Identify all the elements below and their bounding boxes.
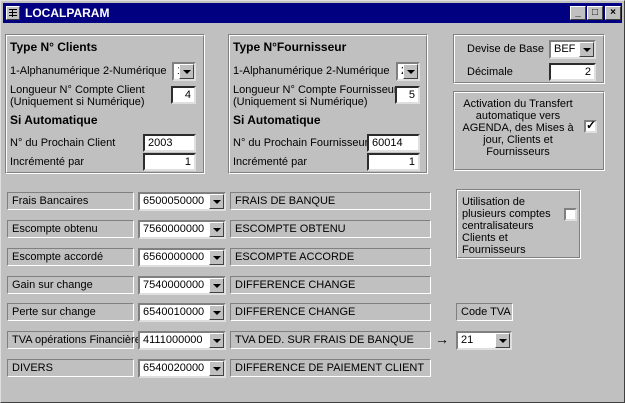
account-value: 7540000000	[143, 279, 205, 291]
clients-inc-input[interactable]: 1	[143, 153, 196, 171]
suppliers-length-input[interactable]: 5	[395, 86, 420, 104]
account-description: FRAIS DE BANQUE	[230, 192, 431, 210]
transfer-checkbox[interactable]	[584, 118, 597, 133]
suppliers-inc-label: Incrémenté par	[233, 156, 307, 168]
clients-length-label-line2: (Uniquement si Numérique)	[10, 96, 145, 108]
account-description: ESCOMPTE ACCORDE	[230, 248, 431, 266]
suppliers-length-label-line1: Longueur N° Compte Fournisseur	[233, 84, 398, 96]
title-bar[interactable]: LOCALPARAM _ □ ×	[3, 3, 622, 23]
clients-length-label: Longueur N° Compte Client (Uniquement si…	[10, 84, 145, 108]
decimal-input[interactable]: 2	[549, 63, 596, 81]
chevron-down-icon[interactable]	[209, 194, 224, 209]
decimal-label: Décimale	[467, 66, 513, 78]
chevron-down-icon[interactable]	[209, 278, 224, 293]
suppliers-length-label: Longueur N° Compte Fournisseur (Uniqueme…	[233, 84, 398, 108]
window-title: LOCALPARAM	[25, 6, 110, 20]
vat-label: Code TVA	[456, 303, 513, 321]
account-select-escompte-obtenu[interactable]: 7560000000	[138, 220, 226, 239]
suppliers-next-input[interactable]: 60014	[367, 134, 420, 152]
clients-length-label-line1: Longueur N° Compte Client	[10, 84, 145, 96]
window: LOCALPARAM _ □ × Type N° Clients 1-Alpha…	[0, 0, 625, 403]
account-label-gain-sur-change: Gain sur change	[7, 276, 134, 294]
account-description: TVA DED. SUR FRAIS DE BANQUE	[230, 331, 431, 349]
devise-label: Devise de Base	[467, 43, 545, 55]
minimize-button[interactable]: _	[570, 6, 586, 20]
clients-next-input[interactable]: 2003	[143, 134, 196, 152]
clients-alpha-select[interactable]: 1	[172, 62, 196, 81]
clients-next-label: N° du Prochain Client	[10, 137, 116, 149]
account-label-escompte-accorde: Escompte accordé	[7, 248, 134, 266]
account-value: 7560000000	[143, 223, 205, 235]
account-select-frais-bancaires[interactable]: 6500050000	[138, 192, 226, 211]
chevron-down-icon[interactable]	[579, 42, 594, 57]
chevron-down-icon[interactable]	[403, 64, 418, 79]
centralisateurs-checkbox[interactable]	[564, 208, 577, 221]
account-select-divers[interactable]: 6540020000	[138, 359, 226, 378]
arrow-right-icon: →	[435, 331, 449, 347]
account-select-perte-sur-change[interactable]: 6540010000	[138, 303, 226, 322]
clients-length-input[interactable]: 4	[171, 86, 196, 104]
account-value: 6540020000	[143, 362, 205, 374]
account-label-escompte-obtenu: Escompte obtenu	[7, 220, 134, 238]
suppliers-next-label: N° du Prochain Fournisseur	[233, 137, 369, 149]
clients-header: Type N° Clients	[10, 40, 98, 54]
chevron-down-icon[interactable]	[209, 333, 224, 348]
account-description: DIFFERENCE CHANGE	[230, 276, 431, 294]
chevron-down-icon[interactable]	[209, 250, 224, 265]
suppliers-auto-header: Si Automatique	[233, 113, 321, 127]
account-value: 6500050000	[143, 195, 205, 207]
suppliers-inc-input[interactable]: 1	[367, 153, 420, 171]
clients-inc-label: Incrémenté par	[10, 156, 84, 168]
account-label-tva-operations: TVA opérations Financières	[7, 331, 146, 349]
vat-select[interactable]: 21	[456, 331, 512, 350]
vat-value: 21	[461, 334, 474, 346]
suppliers-alpha-label: 1-Alphanumérique 2-Numérique	[233, 65, 390, 77]
account-description: DIFFERENCE CHANGE	[230, 303, 431, 321]
clients-alpha-label: 1-Alphanumérique 2-Numérique	[10, 65, 167, 77]
suppliers-length-label-line2: (Uniquement si Numérique)	[233, 96, 368, 108]
suppliers-header: Type N°Fournisseur	[233, 40, 347, 54]
devise-select[interactable]: BEF	[549, 40, 596, 59]
devise-value: BEF	[554, 43, 576, 55]
account-value: 4111000000	[143, 334, 203, 346]
close-button[interactable]: ×	[605, 6, 621, 20]
clients-auto-header: Si Automatique	[10, 113, 98, 127]
chevron-down-icon[interactable]	[179, 64, 194, 79]
account-select-escompte-accorde[interactable]: 6560000000	[138, 248, 226, 267]
account-label-frais-bancaires: Frais Bancaires	[7, 192, 134, 210]
account-value: 6560000000	[143, 251, 205, 263]
account-select-gain-sur-change[interactable]: 7540000000	[138, 276, 226, 295]
maximize-button[interactable]: □	[587, 6, 603, 20]
chevron-down-icon[interactable]	[495, 333, 510, 348]
suppliers-alpha-select[interactable]: 2	[396, 62, 420, 81]
chevron-down-icon[interactable]	[209, 222, 224, 237]
centralisateurs-label: Utilisation de plusieurs comptes central…	[462, 196, 551, 256]
account-select-tva-operations[interactable]: 4111000000	[138, 331, 226, 350]
form-icon	[6, 6, 20, 20]
account-description: DIFFERENCE DE PAIEMENT CLIENT	[230, 359, 431, 377]
account-description: ESCOMPTE OBTENU	[230, 220, 431, 238]
account-label-divers: DIVERS	[7, 359, 134, 377]
chevron-down-icon[interactable]	[209, 305, 224, 320]
account-value: 6540010000	[143, 306, 205, 318]
account-label-perte-sur-change: Perte sur change	[7, 303, 134, 321]
chevron-down-icon[interactable]	[209, 361, 224, 376]
transfer-label: Activation du Transfert automatique vers…	[462, 98, 574, 158]
